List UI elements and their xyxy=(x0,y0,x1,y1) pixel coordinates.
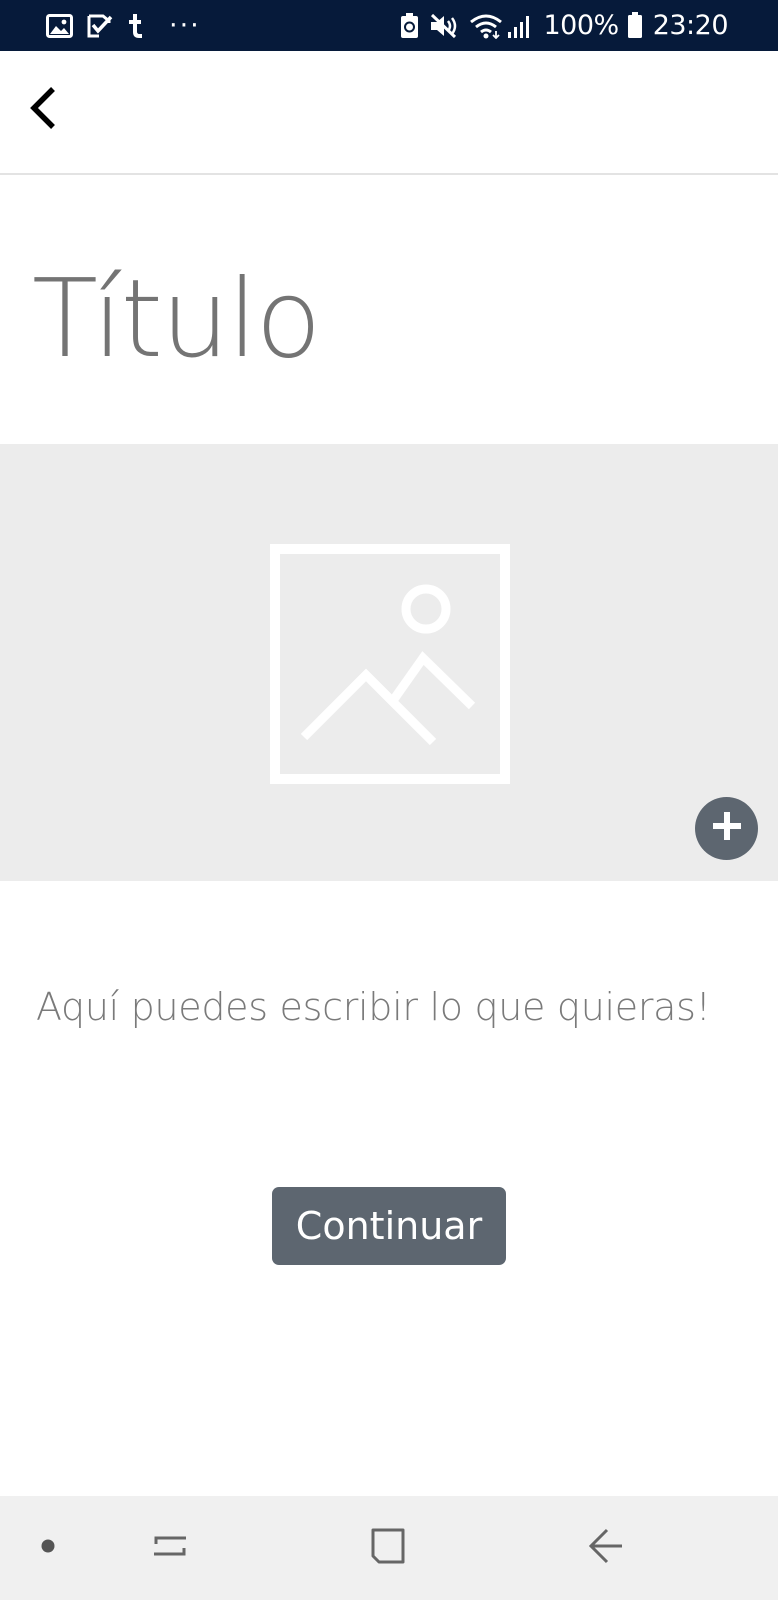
image-area[interactable] xyxy=(0,444,778,881)
wifi-icon xyxy=(469,13,503,39)
back-button[interactable] xyxy=(18,82,68,138)
mute-icon xyxy=(429,13,459,39)
battery-icon xyxy=(627,12,643,39)
battery-saver-icon xyxy=(400,12,419,39)
clock: 23:20 xyxy=(652,10,729,41)
continue-button[interactable]: Continuar xyxy=(272,1187,506,1265)
page-title[interactable]: Título xyxy=(32,255,322,385)
add-image-button[interactable] xyxy=(695,797,758,860)
signal-icon xyxy=(507,13,533,39)
status-bar: ··· 100% 23:20 xyxy=(0,0,778,51)
image-placeholder-icon xyxy=(270,544,510,784)
task-check-icon xyxy=(87,13,113,39)
tumblr-icon xyxy=(127,13,143,39)
dot-icon xyxy=(41,1539,55,1558)
battery-percent: 100% xyxy=(543,10,619,41)
back-arrow-icon xyxy=(588,1527,624,1570)
home-button[interactable] xyxy=(358,1496,418,1600)
nav-dot-button[interactable] xyxy=(28,1496,68,1600)
navigation-bar xyxy=(0,1496,778,1600)
app-bar xyxy=(0,51,778,175)
gallery-icon xyxy=(46,13,73,38)
chevron-left-icon xyxy=(28,86,58,135)
home-icon xyxy=(370,1527,406,1570)
back-nav-button[interactable] xyxy=(576,1496,636,1600)
body-text[interactable]: Aquí puedes escribir lo que quieras! xyxy=(36,982,711,1032)
status-bar-notifications: ··· xyxy=(46,10,201,41)
status-bar-system: 100% 23:20 xyxy=(400,10,729,41)
recent-apps-icon xyxy=(152,1528,188,1569)
recent-apps-button[interactable] xyxy=(140,1496,200,1600)
plus-icon xyxy=(710,809,744,848)
more-notifications-icon: ··· xyxy=(169,10,201,41)
